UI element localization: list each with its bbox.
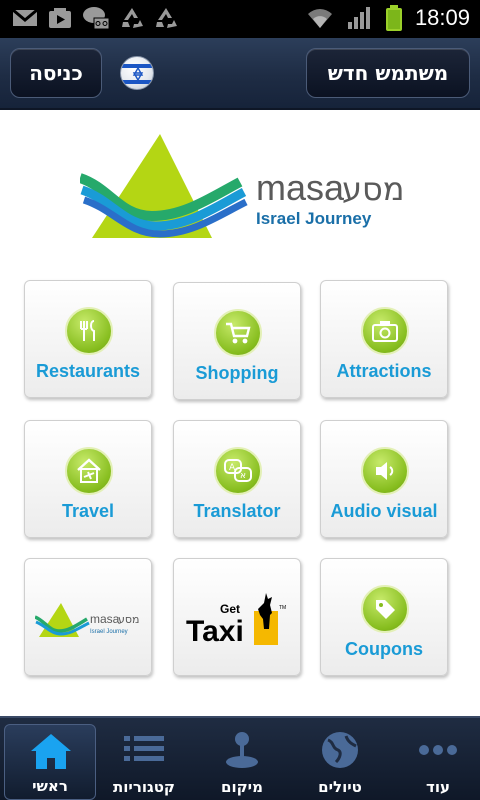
tile-translator[interactable]: A א Translator [173,420,301,538]
shopping-cart-icon [214,309,262,357]
tile-travel[interactable]: Travel [24,420,152,538]
joystick-icon [226,732,258,768]
bottom-nav: ראשי קטגוריות מיקום טיולים עוד [0,716,480,800]
login-button[interactable]: כניסה [10,48,102,98]
coupon-tag-icon [361,585,409,633]
tile-coupons[interactable]: Coupons [320,558,448,676]
tile-audio-visual[interactable]: Audio visual [320,420,448,538]
nav-location[interactable]: מיקום [196,724,288,800]
tile-label: Audio visual [330,501,438,521]
logo-tagline: Israel Journey [256,209,372,228]
tile-shopping[interactable]: Shopping [173,282,301,400]
tile-label: Attractions [336,361,432,381]
battery-icon [385,5,402,31]
tile-label: Travel [61,501,115,521]
nav-home-label: ראשי [32,777,68,795]
tile-attractions[interactable]: Attractions [320,280,448,398]
system-status: 18:09 [305,4,470,32]
nav-tours[interactable]: טיולים [294,724,386,800]
nav-categories-label: קטגוריות [113,778,175,796]
wifi-icon [307,9,332,28]
nav-more-label: עוד [426,778,450,796]
gmail-icon [12,8,38,26]
recycle-icon [156,8,177,28]
tile-masa[interactable]: masa מסע Israel Journey [24,558,152,676]
new-user-button[interactable]: משתמש חדש [306,48,470,98]
tile-gettaxi[interactable]: Get Taxi TM [173,558,301,676]
notification-icons [12,6,178,30]
app-header: כניסה משתמש חדש [0,38,480,110]
nav-tours-label: טיולים [318,778,362,796]
logo-brand-hebrew: מסע [342,170,405,208]
mini-brand-hebrew: מסע [118,613,140,626]
gettaxi-taxi: Taxi [186,615,244,648]
nav-location-label: מיקום [221,778,263,796]
translator-icon: A א [214,447,262,495]
signal-icon [347,7,370,29]
camera-icon [361,307,409,355]
gettaxi-tm: TM [279,605,286,611]
israel-flag-icon[interactable] [120,56,154,90]
tile-label: Translator [193,501,281,521]
more-dots-icon [419,745,457,755]
travel-icon [65,447,113,495]
clock: 18:09 [414,5,470,30]
gettaxi-get: Get [220,602,240,616]
home-icon [31,734,71,769]
logo-brand: masa [256,167,345,208]
mini-brand: masa [90,612,120,626]
recycle-icon [122,8,143,28]
nav-more[interactable]: עוד [392,724,480,800]
gettaxi-logo: Get Taxi TM [186,593,286,648]
voicemail-icon [83,7,110,30]
tile-restaurants[interactable]: Restaurants [24,280,152,398]
nav-categories[interactable]: קטגוריות [98,724,190,800]
nav-home[interactable]: ראשי [4,724,96,800]
svg-text:A: A [229,463,236,473]
masa-logo: masa מסע Israel Journey [78,132,410,244]
tile-label: Restaurants [35,361,141,381]
status-bar: 18:09 [0,0,480,38]
tile-label: Shopping [195,363,279,383]
speaker-icon [361,447,409,495]
media-icon [49,8,71,28]
svg-text:א: א [240,471,246,481]
masa-mini-logo: masa מסע Israel Journey [35,603,140,637]
globe-icon [322,732,358,768]
mini-tagline: Israel Journey [90,629,128,635]
list-icon [124,736,164,761]
restaurant-icon [65,307,113,355]
tile-label: Coupons [345,639,423,659]
